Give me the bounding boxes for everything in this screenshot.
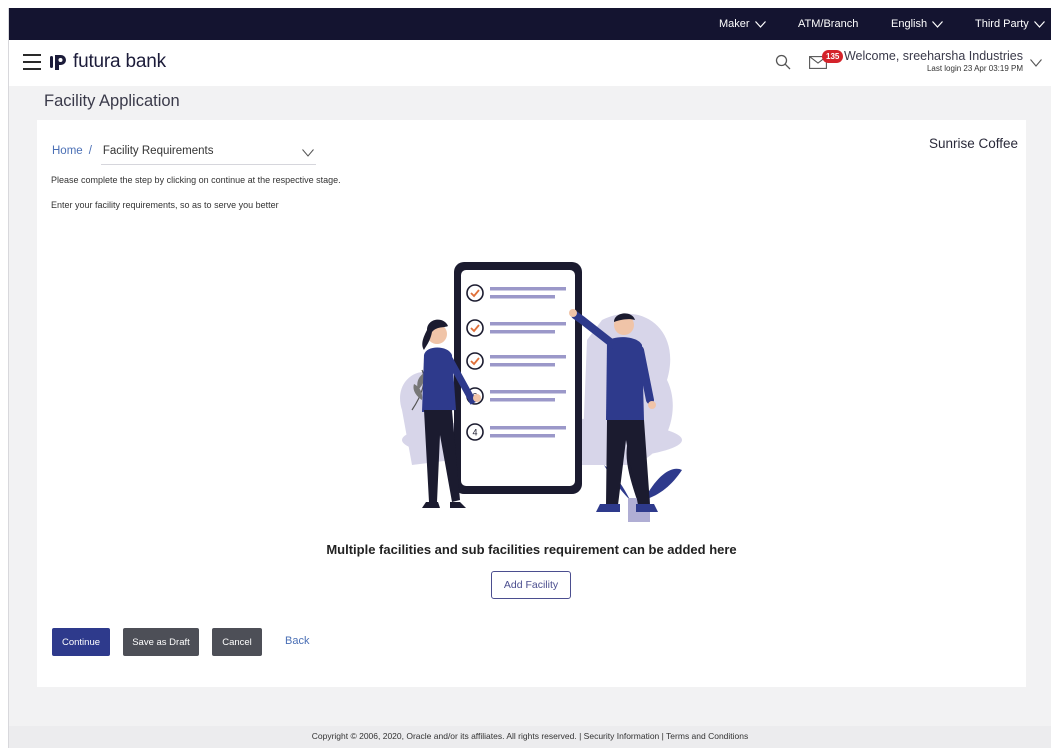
save-as-draft-button[interactable]: Save as Draft	[123, 628, 199, 656]
breadcrumb-underline	[101, 164, 316, 165]
app-frame: Maker ATM/Branch English Third Party fut…	[8, 8, 1051, 748]
check-3-icon	[466, 352, 484, 370]
checklist-illustration: 3 4	[400, 262, 682, 522]
company-name: Sunrise Coffee	[928, 136, 1018, 151]
instruction-text: Please complete the step by clicking on …	[51, 175, 341, 185]
role-selector[interactable]: Maker	[719, 8, 766, 40]
language-selector[interactable]: English	[891, 8, 944, 40]
futura-logo-icon	[50, 55, 66, 70]
top-bar: Maker ATM/Branch English Third Party	[9, 8, 1051, 40]
chevron-down-icon	[1033, 20, 1045, 28]
add-facility-button[interactable]: Add Facility	[491, 571, 571, 599]
check-2-icon	[466, 319, 484, 337]
chevron-down-icon	[932, 20, 944, 28]
cancel-button[interactable]: Cancel	[212, 628, 262, 656]
third-party-label: Third Party	[975, 18, 1029, 30]
last-login-text: Last login 23 Apr 03:19 PM	[926, 64, 1023, 73]
third-party-selector[interactable]: Third Party	[975, 8, 1045, 40]
atm-branch-label: ATM/Branch	[798, 18, 859, 30]
check-1-icon	[466, 284, 484, 302]
breadcrumb: Home / Facility Requirements	[52, 145, 213, 157]
subtext: Enter your facility requirements, so as …	[51, 200, 279, 210]
page-title: Facility Application	[44, 92, 180, 110]
search-icon[interactable]	[775, 54, 791, 70]
user-info[interactable]: Welcome, sreeharsha Industries Last logi…	[844, 49, 1023, 74]
brand-name: futura bank	[73, 51, 166, 72]
main-card: Home / Facility Requirements Sunrise Cof…	[37, 120, 1026, 687]
menu-icon[interactable]	[23, 54, 41, 70]
chevron-down-icon[interactable]	[302, 149, 314, 157]
atm-branch-link[interactable]: ATM/Branch	[798, 8, 858, 40]
brand-logo[interactable]: futura bank	[49, 51, 166, 73]
notification-badge[interactable]: 135	[822, 50, 844, 63]
app-header: futura bank 135 Welcome, sreeharsha Indu…	[9, 40, 1051, 86]
back-link[interactable]: Back	[285, 635, 309, 647]
breadcrumb-current[interactable]: Facility Requirements	[103, 145, 214, 157]
chevron-down-icon	[754, 20, 766, 28]
role-label: Maker	[719, 18, 750, 30]
welcome-text: Welcome, sreeharsha Industries	[843, 49, 1023, 63]
breadcrumb-home[interactable]: Home	[52, 145, 83, 157]
step-number: 4	[472, 428, 477, 438]
chevron-down-icon[interactable]	[1030, 59, 1042, 67]
footer: Copyright © 2006, 2020, Oracle and/or it…	[9, 726, 1051, 748]
empty-state-message: Multiple facilities and sub facilities r…	[326, 542, 737, 557]
continue-button[interactable]: Continue	[52, 628, 110, 656]
language-label: English	[891, 18, 928, 30]
breadcrumb-separator: /	[88, 145, 92, 157]
